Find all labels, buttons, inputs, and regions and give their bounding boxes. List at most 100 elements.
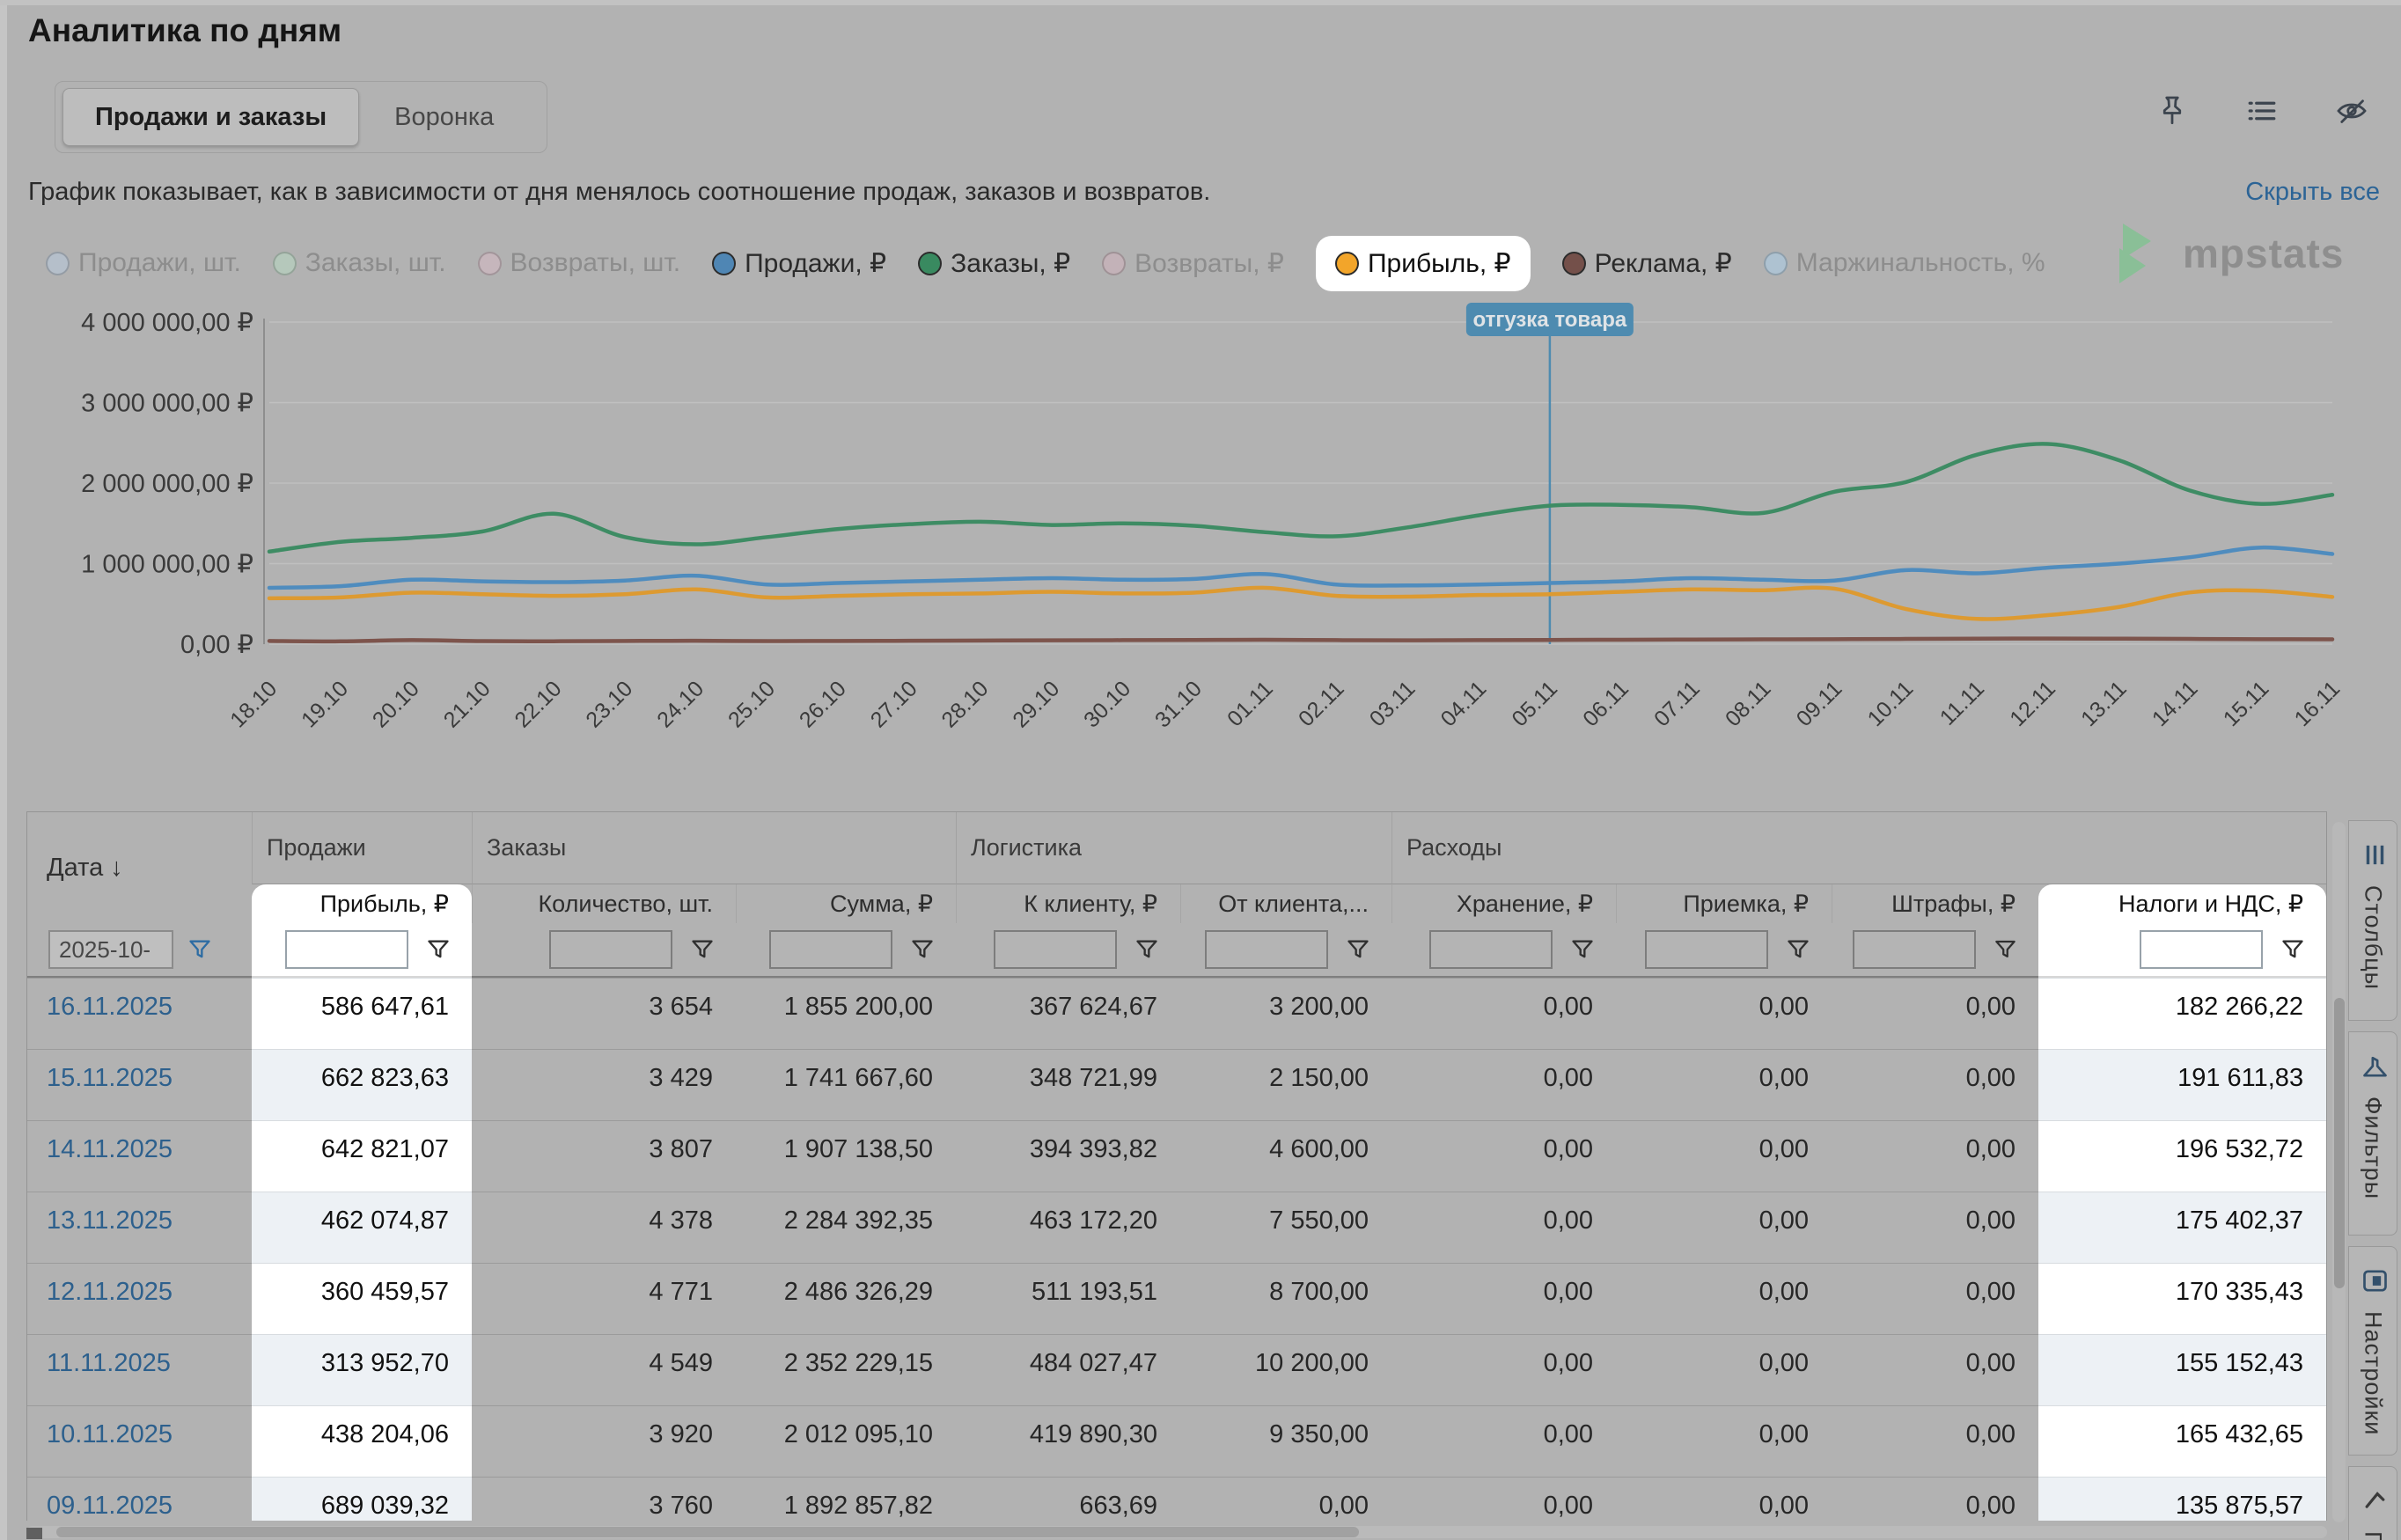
table-cell: 0,00 — [1832, 1120, 2038, 1192]
y-tick-label: 1 000 000,00 ₽ — [81, 551, 253, 579]
column-header[interactable]: Прибыль, ₽ — [252, 884, 472, 923]
filter-funnel-icon[interactable] — [2280, 937, 2305, 962]
legend-item[interactable]: Продажи, ₽ — [712, 248, 886, 279]
column-filter-input[interactable] — [549, 930, 672, 969]
list-icon[interactable] — [2244, 93, 2280, 128]
table-cell: 191 611,83 — [2038, 1049, 2326, 1120]
filter-cell — [1180, 923, 1391, 978]
filter-funnel-icon[interactable] — [1134, 937, 1159, 962]
legend-item[interactable]: Возвраты, ₽ — [1102, 248, 1284, 279]
x-tick-label: 06.11 — [1578, 676, 1634, 731]
legend-item[interactable]: Маржинальность, % — [1764, 248, 2045, 278]
chart-toolbar — [2155, 93, 2369, 128]
legend-item[interactable]: Возвраты, шт. — [478, 248, 681, 278]
date-filter-input[interactable] — [48, 930, 173, 969]
column-group-header[interactable]: Логистика — [956, 812, 1391, 884]
column-header-date[interactable]: Дата ↓ — [27, 812, 252, 923]
filter-funnel-icon[interactable] — [426, 937, 451, 962]
legend-item[interactable]: Прибыль, ₽ — [1316, 236, 1531, 291]
filter-funnel-icon[interactable] — [1993, 937, 2017, 962]
line-chart[interactable]: 4 000 000,00 ₽3 000 000,00 ₽2 000 000,00… — [0, 296, 2401, 775]
legend-item[interactable]: Заказы, ₽ — [918, 248, 1070, 279]
column-group-header[interactable]: Расходы — [1391, 812, 2326, 884]
vertical-scrollbar[interactable] — [2332, 822, 2346, 1522]
column-header[interactable]: Штрафы, ₽ — [1832, 884, 2038, 923]
table-cell: 1 892 857,82 — [736, 1477, 956, 1521]
legend-item[interactable]: Заказы, шт. — [273, 248, 446, 278]
column-filter-input[interactable] — [2140, 930, 2263, 969]
column-filter-input[interactable] — [1205, 930, 1328, 969]
x-tick-label: 31.10 — [1150, 676, 1207, 732]
x-tick-label: 16.11 — [2290, 676, 2346, 731]
column-filter-input[interactable] — [1645, 930, 1768, 969]
column-header[interactable]: К клиенту, ₽ — [956, 884, 1180, 923]
mpstats-logo-icon — [2116, 222, 2169, 285]
vertical-scrollbar-thumb[interactable] — [2334, 998, 2345, 1288]
column-filter-input[interactable] — [1853, 930, 1976, 969]
filter-funnel-icon[interactable] — [690, 937, 715, 962]
column-header[interactable]: От клиента,... — [1180, 884, 1391, 923]
filter-funnel-icon[interactable] — [1570, 937, 1595, 962]
table-cell: 462 074,87 — [252, 1192, 472, 1263]
x-tick-label: 02.11 — [1294, 676, 1349, 731]
date-link[interactable]: 12.11.2025 — [27, 1263, 252, 1334]
table-row: 14.11.2025642 821,073 8071 907 138,50394… — [27, 1120, 2326, 1192]
date-link[interactable]: 09.11.2025 — [27, 1477, 252, 1521]
table-cell: 3 920 — [472, 1405, 736, 1477]
legend-dot — [273, 252, 297, 275]
chart-description: График показывает, как в зависимости от … — [28, 178, 1210, 207]
filter-funnel-icon[interactable] — [187, 937, 212, 962]
side-tab-Столбцы[interactable]: Столбцы — [2348, 820, 2397, 1021]
date-link[interactable]: 14.11.2025 — [27, 1120, 252, 1192]
tab-funnel[interactable]: Воронка — [364, 103, 524, 132]
legend-dot — [712, 252, 736, 275]
date-link[interactable]: 11.11.2025 — [27, 1334, 252, 1405]
filter-funnel-icon[interactable] — [910, 937, 935, 962]
filter-funnel-icon[interactable] — [1346, 937, 1370, 962]
column-header[interactable]: Сумма, ₽ — [736, 884, 956, 923]
hide-all-link[interactable]: Скрыть все — [2245, 178, 2380, 207]
column-header[interactable]: Налоги и НДС, ₽ — [2038, 884, 2326, 923]
filter-cell — [472, 923, 736, 978]
side-tab-Помощь[interactable]: Помощь — [2348, 1466, 2397, 1540]
column-filter-input[interactable] — [769, 930, 892, 969]
horizontal-scrollbar-thumb[interactable] — [56, 1527, 1359, 1537]
filter-cell — [252, 923, 472, 978]
table-cell: 155 152,43 — [2038, 1334, 2326, 1405]
column-header[interactable]: Хранение, ₽ — [1391, 884, 1616, 923]
date-link[interactable]: 10.11.2025 — [27, 1405, 252, 1477]
side-tab-Настройки[interactable]: Настройки — [2348, 1246, 2397, 1456]
table-cell: 3 807 — [472, 1120, 736, 1192]
x-tick-label: 18.10 — [225, 676, 282, 732]
mpstats-logo: mpstats — [2116, 222, 2344, 285]
table-cell: 0,00 — [1832, 1049, 2038, 1120]
table-cell: 0,00 — [1391, 1192, 1616, 1263]
eye-off-icon[interactable] — [2334, 93, 2369, 128]
x-tick-label: 04.11 — [1436, 676, 1492, 731]
tab-sales-orders[interactable]: Продажи и заказы — [62, 88, 359, 146]
column-filter-input[interactable] — [994, 930, 1117, 969]
horizontal-scrollbar[interactable] — [26, 1526, 2327, 1538]
table-cell: 175 402,37 — [2038, 1192, 2326, 1263]
table-cell: 9 350,00 — [1180, 1405, 1391, 1477]
column-header[interactable]: Приемка, ₽ — [1616, 884, 1832, 923]
filter-funnel-icon[interactable] — [1786, 937, 1810, 962]
date-link[interactable]: 15.11.2025 — [27, 1049, 252, 1120]
column-filter-input[interactable] — [1429, 930, 1553, 969]
table-cell: 4 771 — [472, 1263, 736, 1334]
scrollbar-corner — [26, 1528, 42, 1539]
column-header[interactable]: Количество, шт. — [472, 884, 736, 923]
table-row: 10.11.2025438 204,063 9202 012 095,10419… — [27, 1405, 2326, 1477]
date-link[interactable]: 13.11.2025 — [27, 1192, 252, 1263]
column-group-header[interactable]: Заказы — [472, 812, 956, 884]
legend-item[interactable]: Продажи, шт. — [46, 248, 241, 278]
legend-item[interactable]: Реклама, ₽ — [1562, 248, 1732, 279]
date-link[interactable]: 16.11.2025 — [27, 978, 252, 1049]
pin-icon[interactable] — [2155, 93, 2190, 128]
side-tab-Фильтры[interactable]: Фильтры — [2348, 1031, 2397, 1236]
table-cell: 2 012 095,10 — [736, 1405, 956, 1477]
column-filter-input[interactable] — [285, 930, 408, 969]
table-cell: 689 039,32 — [252, 1477, 472, 1521]
column-group-header[interactable]: Продажи — [252, 812, 472, 884]
x-tick-label: 11.11 — [1935, 676, 1989, 730]
